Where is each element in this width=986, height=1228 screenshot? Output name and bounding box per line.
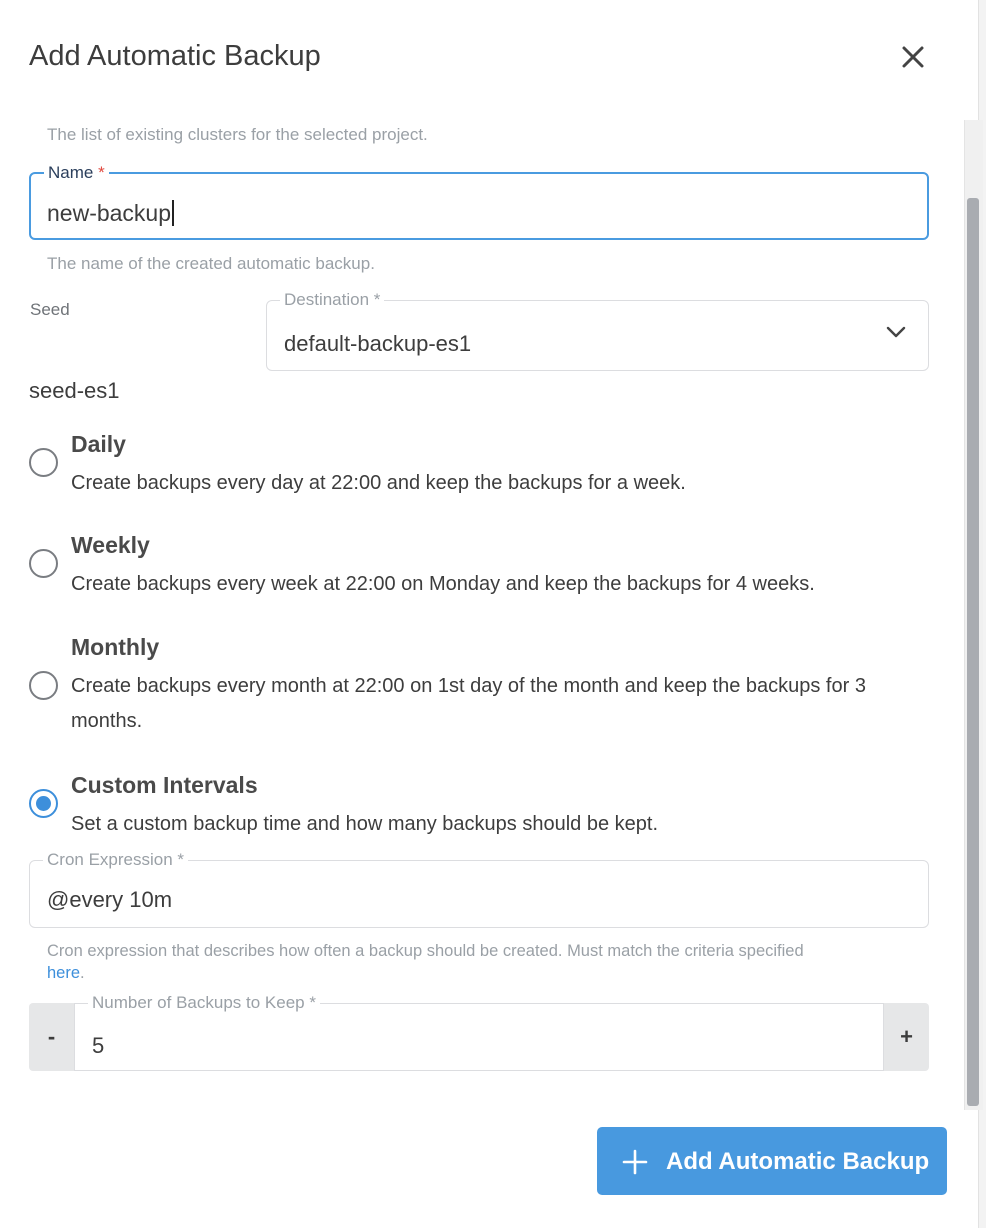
radio-daily[interactable] bbox=[29, 448, 58, 477]
name-field[interactable]: Name * new-backup bbox=[29, 162, 929, 240]
close-icon bbox=[902, 46, 924, 68]
option-description: Create backups every day at 22:00 and ke… bbox=[71, 472, 686, 494]
seed-value: seed-es1 bbox=[29, 378, 120, 403]
schedule-option-weekly[interactable]: Weekly Create backups every week at 22:0… bbox=[28, 531, 928, 601]
option-description: Create backups every week at 22:00 on Mo… bbox=[71, 573, 815, 595]
cron-expression-input[interactable]: @every 10m bbox=[47, 887, 172, 913]
option-title: Daily bbox=[71, 431, 126, 457]
destination-value: default-backup-es1 bbox=[284, 331, 472, 356]
destination-label: Destination * bbox=[280, 289, 385, 311]
option-description: Create backups every month at 22:00 on 1… bbox=[71, 675, 866, 732]
backups-to-keep-field[interactable]: Number of Backups to Keep * 5 bbox=[74, 992, 884, 1071]
backups-to-keep-stepper: - Number of Backups to Keep * 5 + bbox=[29, 992, 929, 1071]
seed-label: Seed bbox=[30, 300, 70, 319]
radio-custom-intervals[interactable] bbox=[29, 789, 58, 818]
chevron-down-icon bbox=[886, 326, 906, 338]
decrement-button[interactable]: - bbox=[29, 1003, 74, 1071]
close-button[interactable] bbox=[896, 40, 930, 74]
backups-to-keep-label: Number of Backups to Keep * bbox=[88, 992, 320, 1014]
backups-to-keep-input[interactable]: 5 bbox=[92, 1033, 104, 1059]
schedule-option-daily[interactable]: Daily Create backups every day at 22:00 … bbox=[28, 430, 928, 500]
scrollbar-thumb[interactable] bbox=[967, 198, 979, 1106]
option-title: Custom Intervals bbox=[71, 772, 258, 798]
increment-button[interactable]: + bbox=[884, 1003, 929, 1071]
clusters-hint: The list of existing clusters for the se… bbox=[47, 125, 428, 144]
plus-icon bbox=[622, 1149, 648, 1175]
text-caret bbox=[172, 200, 175, 226]
cron-expression-label: Cron Expression * bbox=[43, 849, 189, 871]
name-field-label: Name * bbox=[44, 162, 109, 184]
option-description: Set a custom backup time and how many ba… bbox=[71, 813, 659, 835]
destination-select[interactable]: Destination * default-backup-es1 bbox=[266, 289, 929, 371]
option-title: Monthly bbox=[71, 634, 160, 660]
name-hint: The name of the created automatic backup… bbox=[47, 254, 375, 273]
radio-monthly[interactable] bbox=[29, 671, 58, 700]
schedule-option-custom[interactable]: Custom Intervals Set a custom backup tim… bbox=[28, 771, 928, 841]
option-title: Weekly bbox=[71, 532, 150, 558]
radio-weekly[interactable] bbox=[29, 549, 58, 578]
dialog-title: Add Automatic Backup bbox=[29, 40, 321, 72]
add-automatic-backup-dialog: Add Automatic Backup The list of existin… bbox=[0, 0, 986, 1228]
add-automatic-backup-button[interactable]: Add Automatic Backup bbox=[597, 1127, 947, 1195]
add-automatic-backup-label: Add Automatic Backup bbox=[666, 1148, 930, 1175]
name-input[interactable]: new-backup bbox=[47, 200, 175, 227]
criteria-link[interactable]: here bbox=[47, 964, 80, 982]
schedule-option-monthly[interactable]: Monthly Create backups every month at 22… bbox=[28, 633, 928, 738]
cron-hint: Cron expression that describes how often… bbox=[47, 942, 804, 982]
cron-expression-field[interactable]: Cron Expression * @every 10m bbox=[29, 849, 929, 928]
